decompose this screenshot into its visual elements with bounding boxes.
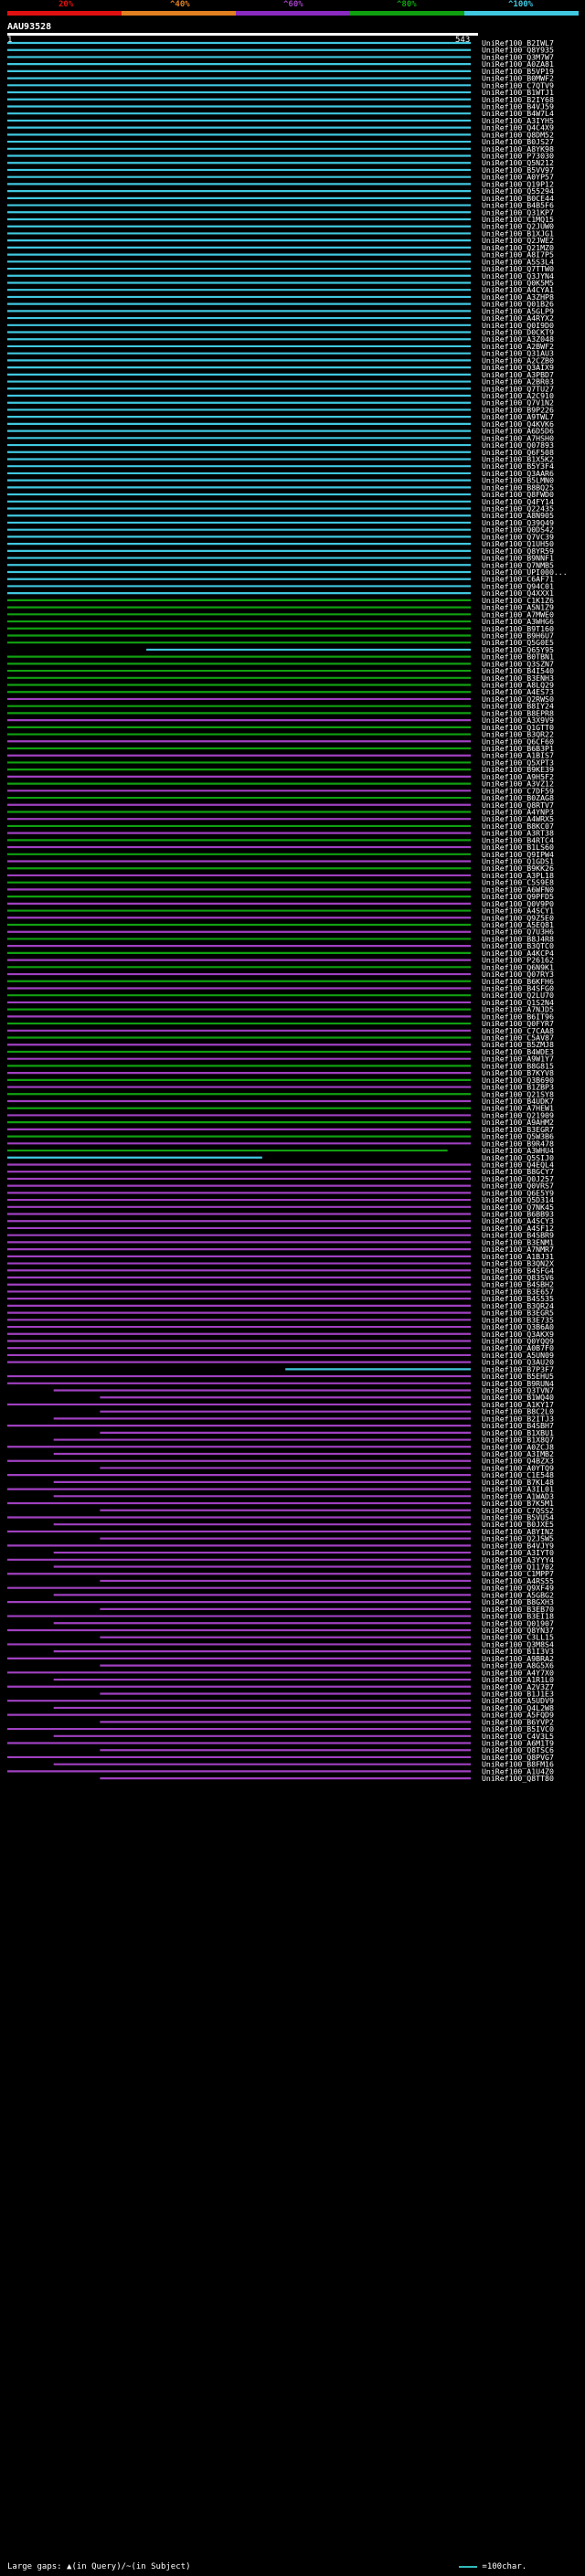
legend-text: Large gaps: ▲(in Query)/~(in Subject) <box>7 2562 191 2571</box>
scale-label: =100char. <box>453 2562 526 2571</box>
hit-label[interactable]: UniRef100_Q8TT80 <box>482 1774 554 1783</box>
scale-label-text: =100char. <box>482 2562 527 2571</box>
scale-line-icon <box>459 2565 477 2568</box>
legend: Large gaps: ▲(in Query)/~(in Subject) =1… <box>7 2562 578 2571</box>
alignment-hits-panel: UniRef100_B2IWL7UniRef100_Q8Y935UniRef10… <box>7 38 568 1783</box>
